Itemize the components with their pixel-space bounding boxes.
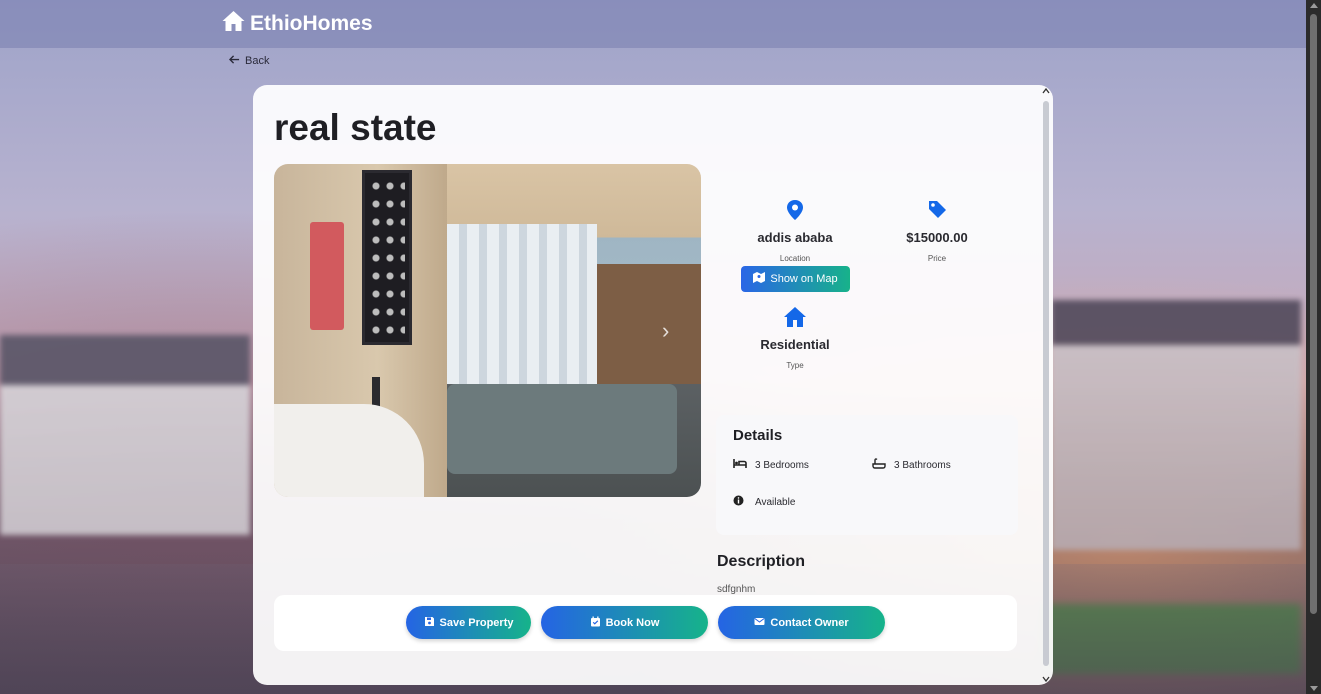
contact-owner-label: Contact Owner (770, 616, 849, 629)
map-icon (753, 272, 766, 286)
details-heading: Details (733, 427, 783, 444)
contact-owner-button[interactable]: Contact Owner (718, 606, 885, 639)
card-scroll-thumb[interactable] (1043, 101, 1049, 666)
save-property-label: Save Property (439, 616, 514, 629)
home-icon (735, 306, 855, 333)
background-house-left (0, 335, 250, 535)
action-bar: Save Property Book Now Contact Owner (274, 595, 1017, 651)
bathrooms-detail: 3 Bathrooms (872, 458, 951, 472)
floppy-disk-icon (424, 616, 435, 630)
description-heading: Description (717, 553, 806, 570)
bedrooms-text: 3 Bedrooms (755, 459, 809, 471)
status-text: Available (755, 496, 796, 508)
status-detail: Available (733, 495, 795, 509)
bed-icon (733, 458, 747, 472)
bathrooms-text: 3 Bathrooms (894, 459, 951, 471)
brand-logo[interactable]: EthioHomes (221, 10, 373, 38)
mirror-shape (362, 170, 412, 345)
price-value: $15000.00 (906, 230, 968, 245)
chevron-right-icon[interactable]: › (662, 318, 669, 344)
calendar-check-icon (590, 616, 601, 630)
towel-shape (310, 222, 344, 330)
location-info: addis ababa Location (735, 199, 855, 263)
type-info: Residential Type (735, 306, 855, 370)
scroll-up-icon[interactable] (1042, 87, 1050, 95)
location-label: Location (779, 254, 811, 263)
curtain-shape (447, 224, 597, 384)
property-title: real state (274, 107, 437, 148)
arrow-left-icon (228, 54, 240, 68)
location-value: addis ababa (757, 230, 833, 245)
back-label: Back (245, 55, 270, 67)
image-carousel[interactable]: › (274, 164, 701, 497)
wallpaper-shape (597, 264, 701, 384)
property-card: real state › addis ababa Location $15000… (253, 85, 1053, 685)
page-scrollbar[interactable] (1306, 0, 1321, 694)
page-scroll-down-icon[interactable] (1310, 686, 1318, 691)
show-on-map-button[interactable]: Show on Map (741, 266, 850, 292)
page-scroll-up-icon[interactable] (1310, 3, 1318, 8)
bath-icon (872, 458, 886, 472)
description-text: sdfgnhm (717, 584, 756, 595)
sofa-shape (447, 384, 677, 474)
scroll-down-icon[interactable] (1042, 675, 1050, 683)
save-property-button[interactable]: Save Property (406, 606, 531, 639)
sink-shape (274, 404, 424, 497)
book-now-label: Book Now (605, 616, 660, 629)
back-link[interactable]: Back (228, 54, 270, 68)
type-label: Type (786, 361, 804, 370)
type-value: Residential (760, 337, 830, 352)
background-house-right (1051, 300, 1301, 550)
card-scrollbar[interactable] (1039, 85, 1053, 685)
details-section: Details 3 Bedrooms 3 Bathrooms Available (716, 415, 1018, 535)
navbar: EthioHomes (0, 0, 1306, 48)
map-pin-icon (735, 199, 855, 226)
envelope-icon (754, 616, 765, 630)
home-icon (221, 10, 246, 38)
show-on-map-label: Show on Map (770, 273, 838, 285)
tag-icon (877, 199, 997, 226)
bedrooms-detail: 3 Bedrooms (733, 458, 809, 472)
price-label: Price (927, 254, 947, 263)
info-icon (733, 495, 747, 509)
price-info: $15000.00 Price (877, 199, 997, 263)
brand-name: EthioHomes (250, 12, 373, 35)
book-now-button[interactable]: Book Now (541, 606, 708, 639)
page-scroll-thumb[interactable] (1310, 14, 1317, 614)
property-photo-bathroom (274, 164, 447, 497)
